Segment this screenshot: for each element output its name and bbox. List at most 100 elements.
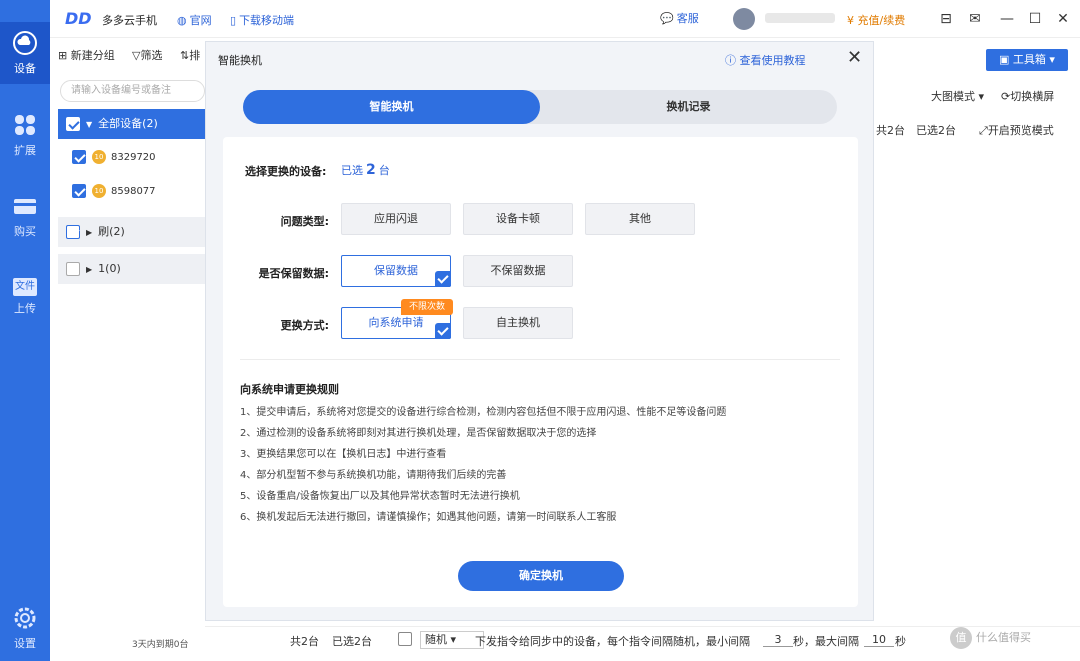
rail-item-purchase[interactable]: 购买 xyxy=(0,185,50,247)
rail-item-upload[interactable]: 文件 上传 xyxy=(0,264,50,326)
gear-icon xyxy=(14,607,36,629)
device-list-panel: ⊞ 新建分组 ▽筛选 ⇅排 请输入设备编号或备注 ▼ 全部设备(2) 10 8329… xyxy=(50,38,205,661)
maximize-icon[interactable]: ☐ xyxy=(1026,10,1044,28)
rail-label: 扩展 xyxy=(14,144,36,157)
list-item[interactable]: 10 8598077 xyxy=(64,178,204,206)
rail-item-devices[interactable]: 设备 xyxy=(0,22,50,84)
app-logo: DD xyxy=(65,9,92,28)
username-blurred xyxy=(765,13,835,23)
confirm-switch-button[interactable]: 确定换机 xyxy=(458,561,624,591)
rules-title: 向系统申请更换规则 xyxy=(240,383,339,396)
chevron-right-icon[interactable]: ▶ xyxy=(86,218,92,248)
preview-mode-button[interactable]: ⤢开启预览模式 xyxy=(979,122,1054,138)
file-icon: 文件 xyxy=(13,278,37,296)
new-group-button[interactable]: ⊞ 新建分组 xyxy=(58,47,115,63)
chat-icon: 💬 xyxy=(660,12,674,25)
rule-item: 3、更换结果您可以在【换机日志】中进行查看 xyxy=(240,449,447,460)
device-id: 8329720 xyxy=(111,152,156,163)
group-all-devices[interactable]: ▼ 全部设备(2) xyxy=(58,109,205,139)
group-one[interactable]: ▶ 1(0) xyxy=(58,254,205,284)
device-checkbox[interactable] xyxy=(72,150,86,164)
switch-orientation-button[interactable]: ⟳切换横屏 xyxy=(1001,88,1054,104)
list-item[interactable]: 10 8329720 xyxy=(64,144,204,172)
close-icon[interactable]: ✕ xyxy=(1054,10,1072,28)
option-discard-data[interactable]: 不保留数据 xyxy=(463,255,573,287)
keep-data-label: 是否保留数据: xyxy=(258,267,329,280)
device-search-input[interactable]: 请输入设备编号或备注 xyxy=(60,80,205,102)
rule-item: 4、部分机型暂不参与系统换机功能，请期待我们后续的完善 xyxy=(240,470,507,481)
group-brush[interactable]: ▶ 刷(2) xyxy=(58,217,205,247)
filter-button[interactable]: ▽筛选 xyxy=(132,47,162,63)
mail-icon[interactable]: ✉ xyxy=(966,10,984,28)
device-toolbar: ⊞ 新建分组 ▽筛选 ⇅排 xyxy=(50,38,205,70)
option-keep-data[interactable]: 保留数据 xyxy=(341,255,451,287)
help-icon: ⓘ xyxy=(725,54,740,67)
option-other[interactable]: 其他 xyxy=(585,203,695,235)
sync-sec-label: 秒，最大间隔 xyxy=(793,635,859,648)
chevron-down-icon[interactable]: ▼ xyxy=(86,110,92,140)
group-checkbox[interactable] xyxy=(66,225,80,239)
extension-icon xyxy=(15,115,35,135)
cloud-icon xyxy=(13,31,37,55)
package-icon[interactable]: ⊟ xyxy=(937,10,955,28)
rail-label: 设备 xyxy=(14,62,36,75)
customer-service-button[interactable]: 💬 客服 xyxy=(660,10,699,26)
rule-item: 2、通过检测的设备系统将即刻对其进行换机处理，是否保留数据取决于您的选择 xyxy=(240,428,597,439)
switch-method-label: 更换方式: xyxy=(280,319,329,332)
sync-description: 下发指令给同步中的设备，每个指令间隔随机，最小间隔 xyxy=(475,635,750,648)
min-interval-input[interactable]: 3 xyxy=(763,633,793,647)
total-count: 共2台 xyxy=(876,124,905,137)
rule-item: 1、提交申请后，系统将对您提交的设备进行综合检测，检测内容包括但不限于应用闪退、… xyxy=(240,407,727,418)
max-interval-input[interactable]: 10 xyxy=(864,633,894,647)
recharge-button[interactable]: ¥ 充值/续费 xyxy=(847,12,905,28)
left-rail: 设备 扩展 购买 文件 上传 设置 xyxy=(0,0,50,661)
option-device-lag[interactable]: 设备卡顿 xyxy=(463,203,573,235)
help-link[interactable]: ⓘ 查看使用教程 xyxy=(725,52,806,68)
rail-label: 设置 xyxy=(14,637,36,650)
watermark: 值什么值得买 xyxy=(950,627,1031,649)
selected-count: 已选2台 xyxy=(916,124,956,137)
close-icon[interactable]: ✕ xyxy=(847,47,862,68)
dialog-tabs: 智能换机 换机记录 xyxy=(243,90,837,124)
device-checkbox[interactable] xyxy=(72,184,86,198)
toolbox-button[interactable]: ▣ 工具箱 ▾ xyxy=(986,49,1068,71)
device-id: 8598077 xyxy=(111,186,156,197)
rail-item-extensions[interactable]: 扩展 xyxy=(0,104,50,166)
checkmark-icon xyxy=(435,323,451,339)
checkmark-icon xyxy=(435,271,451,287)
watermark-logo-icon: 值 xyxy=(950,627,972,649)
expire-count: 3天内到期0台 xyxy=(132,640,189,650)
option-self-switch[interactable]: 自主换机 xyxy=(463,307,573,339)
rule-item: 6、换机发起后无法进行撤回，请谨慎操作；如遇其他问题，请第一时间联系人工客服 xyxy=(240,512,617,523)
group-checkbox[interactable] xyxy=(66,262,80,276)
avatar[interactable] xyxy=(733,8,755,30)
globe-icon: ◍ xyxy=(177,14,187,27)
group-checkbox[interactable] xyxy=(66,117,80,131)
unlimited-badge: 不限次数 xyxy=(401,299,453,315)
vip-badge-icon: 10 xyxy=(92,150,106,164)
sort-button[interactable]: ⇅排 xyxy=(180,47,200,63)
top-bar: DD 多多云手机 ◍ 官网 ▯ 下载移动端 💬 客服 ¥ 充值/续费 ⊟ ✉ — ☐ … xyxy=(50,0,1080,38)
dialog-title: 智能换机 xyxy=(218,54,262,67)
smart-switch-dialog: 智能换机 ⓘ 查看使用教程 ✕ 智能换机 换机记录 选择更换的设备: 已选 2 台 … xyxy=(205,41,874,621)
website-link[interactable]: ◍ 官网 xyxy=(177,12,212,28)
phone-icon: ▯ xyxy=(230,14,237,27)
tab-smart-switch[interactable]: 智能换机 xyxy=(243,90,540,124)
rail-item-settings[interactable]: 设置 xyxy=(0,597,50,659)
sync-checkbox[interactable] xyxy=(398,632,412,649)
toolbox-icon: ▣ xyxy=(999,53,1013,66)
option-app-crash[interactable]: 应用闪退 xyxy=(341,203,451,235)
download-link[interactable]: ▯ 下载移动端 xyxy=(230,12,294,28)
bottom-total: 共2台 xyxy=(290,635,319,648)
bottom-bar: 共2台 已选2台 随机 ▾ 下发指令给同步中的设备，每个指令间隔随机，最小间隔 … xyxy=(205,626,1080,661)
rail-label: 上传 xyxy=(14,302,36,315)
selected-devices-count: 已选 2 台 xyxy=(341,162,390,178)
tab-switch-history[interactable]: 换机记录 xyxy=(540,90,837,124)
app-name: 多多云手机 xyxy=(102,14,157,27)
big-mode-dropdown[interactable]: 大图模式 ▾ xyxy=(931,88,984,104)
minimize-icon[interactable]: — xyxy=(998,10,1016,28)
card-icon xyxy=(14,199,36,214)
chevron-right-icon[interactable]: ▶ xyxy=(86,255,92,285)
select-devices-label: 选择更换的设备: xyxy=(245,165,327,178)
rule-item: 5、设备重启/设备恢复出厂以及其他异常状态暂时无法进行换机 xyxy=(240,491,520,502)
